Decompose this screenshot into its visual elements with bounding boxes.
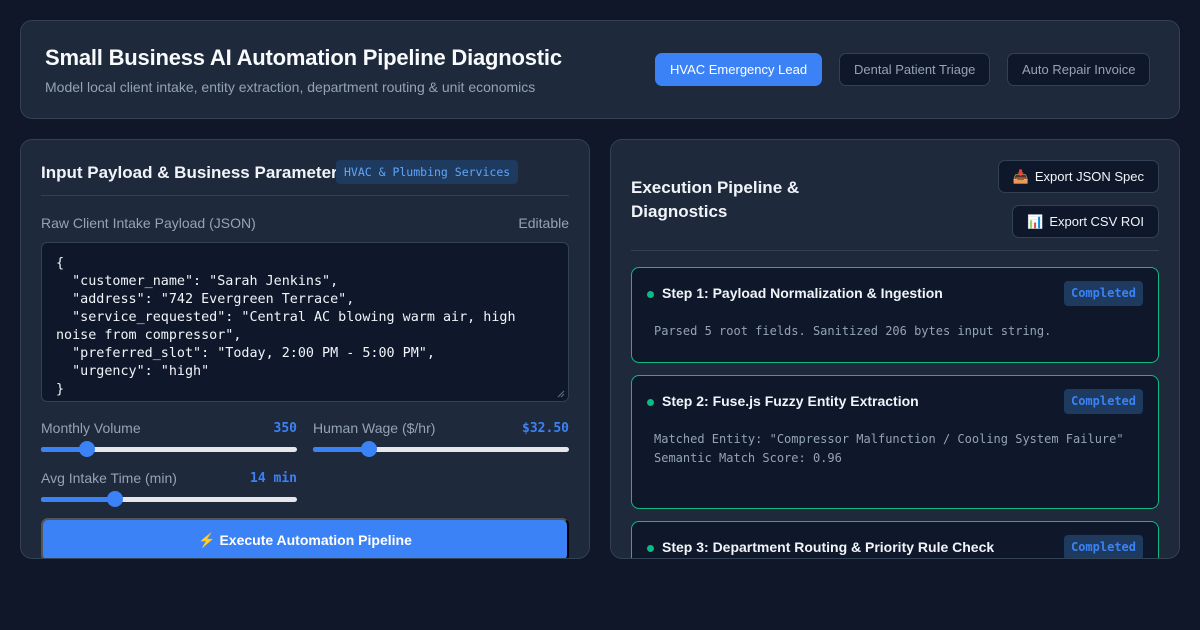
export-csv-button[interactable]: 📊 Export CSV ROI [1012, 205, 1159, 238]
input-panel-divider [41, 195, 569, 196]
payload-label: Raw Client Intake Payload (JSON) [41, 215, 256, 231]
step-2-title: Step 2: Fuse.js Fuzzy Entity Extraction [662, 393, 919, 409]
payload-text[interactable]: { "customer_name": "Sarah Jenkins", "add… [56, 255, 554, 399]
step-2-status-badge: Completed [1063, 389, 1143, 414]
monthly-volume-thumb[interactable] [79, 441, 96, 457]
bar-chart-icon: 📊 [1027, 214, 1044, 229]
step-1-status-dot [647, 291, 654, 298]
avg-intake-time-value: 14 min [250, 471, 297, 486]
step-3-status-dot [647, 545, 654, 552]
export-json-button[interactable]: 📥 Export JSON Spec [997, 160, 1159, 193]
execute-pipeline-button[interactable]: ⚡ Execute Automation Pipeline [41, 518, 569, 558]
human-wage-value: $32.50 [522, 421, 569, 436]
avg-intake-time-slider[interactable] [41, 491, 297, 507]
page-header: Small Business AI Automation Pipeline Di… [20, 20, 1180, 119]
editable-label: Editable [518, 215, 569, 231]
step-2-status-dot [647, 399, 654, 406]
step-1-status-badge: Completed [1063, 281, 1143, 306]
input-panel-title: Input Payload & Business Parameters [41, 163, 348, 182]
pipeline-step-1: Step 1: Payload Normalization & Ingestio… [631, 267, 1159, 363]
export-json-label: Export JSON Spec [1034, 169, 1144, 184]
human-wage-thumb[interactable] [361, 441, 378, 457]
human-wage-slider[interactable] [313, 441, 569, 457]
payload-editor[interactable]: { "customer_name": "Sarah Jenkins", "add… [41, 242, 569, 402]
step-3-title: Step 3: Department Routing & Priority Ru… [662, 539, 995, 555]
step-1-detail: Parsed 5 root fields. Sanitized 206 byte… [654, 324, 1052, 338]
resize-grip-icon[interactable] [557, 390, 565, 398]
monthly-volume-value: 350 [273, 421, 297, 436]
monthly-volume-slider[interactable] [41, 441, 297, 457]
scenario-dental-button[interactable]: Dental Patient Triage [839, 53, 991, 86]
step-3-status-badge: Completed [1063, 535, 1143, 558]
industry-badge: HVAC & Plumbing Services [336, 160, 519, 184]
page-title: Small Business AI Automation Pipeline Di… [45, 45, 562, 70]
monthly-volume-label: Monthly Volume [41, 420, 141, 436]
human-wage-label: Human Wage ($/hr) [313, 420, 436, 436]
pipeline-panel-title: Execution Pipeline & Diagnostics [631, 178, 800, 221]
input-panel: Input Payload & Business Parameters HVAC… [20, 139, 590, 559]
page-subtitle: Model local client intake, entity extrac… [45, 79, 536, 95]
pipeline-panel: Execution Pipeline & Diagnostics 📥 Export… [610, 139, 1180, 559]
avg-intake-time-thumb[interactable] [107, 491, 124, 507]
avg-intake-time-fill [41, 497, 116, 502]
avg-intake-time-label: Avg Intake Time (min) [41, 470, 177, 486]
pipeline-panel-divider [631, 250, 1159, 251]
pipeline-step-3: Step 3: Department Routing & Priority Ru… [631, 521, 1159, 558]
export-csv-label: Export CSV ROI [1049, 214, 1144, 229]
scenario-auto-repair-button[interactable]: Auto Repair Invoice [1007, 53, 1151, 86]
scenario-hvac-button[interactable]: HVAC Emergency Lead [655, 53, 823, 86]
step-2-detail: Matched Entity: "Compressor Malfunction … [654, 432, 1124, 465]
step-1-title: Step 1: Payload Normalization & Ingestio… [662, 285, 943, 301]
pipeline-step-2: Step 2: Fuse.js Fuzzy Entity Extraction … [631, 375, 1159, 509]
inbox-tray-icon: 📥 [1012, 169, 1029, 184]
